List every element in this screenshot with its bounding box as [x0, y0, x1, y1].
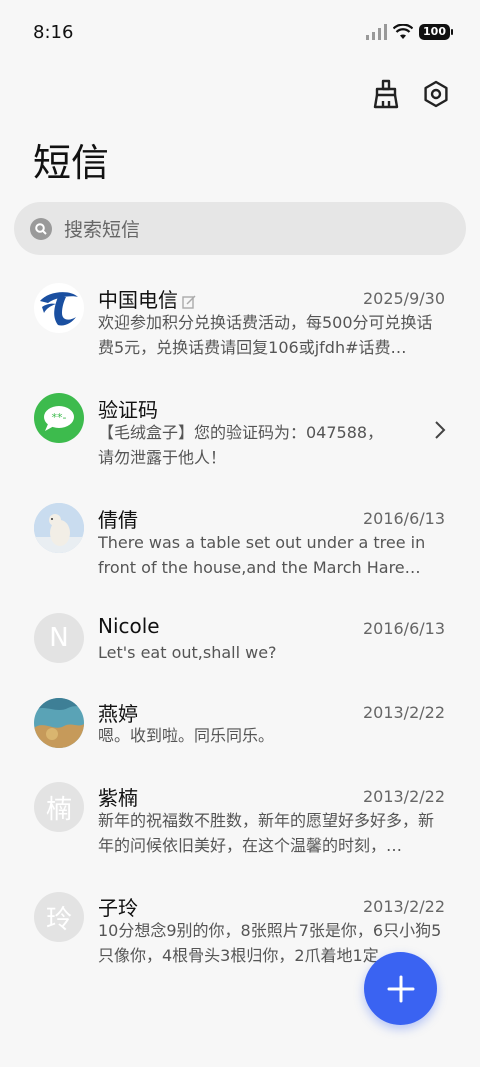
message-bubble-icon: **-	[34, 393, 84, 443]
conversation-date: 2016/6/13	[362, 509, 445, 528]
settings-button[interactable]	[420, 78, 452, 110]
top-actions	[370, 78, 452, 110]
conversation-item[interactable]: 中国电信 2025/9/30 欢迎参加积分兑换话费活动，每500分可兑换话费5元…	[0, 270, 480, 380]
settings-icon	[424, 80, 448, 108]
conversation-date: 2013/2/22	[362, 787, 445, 806]
conversation-preview: 【毛绒盒子】您的验证码为：047588，请勿泄露于他人！	[98, 423, 384, 467]
avatar: 楠	[34, 782, 84, 832]
chevron-right-icon	[435, 421, 446, 439]
conversation-date: 2013/2/22	[362, 703, 445, 722]
battery-indicator: 100	[419, 24, 453, 40]
conversation-item[interactable]: 楠 紫楠 2013/2/22 新年的祝福数不胜数，新年的愿望好多好多，新年的问候…	[0, 772, 480, 882]
new-message-button[interactable]	[364, 952, 437, 1025]
avatar: N	[34, 613, 84, 663]
conversation-preview: 欢迎参加积分兑换话费活动，每500分可兑换话费5元，兑换话费请回复106或jfd…	[98, 313, 433, 357]
conversation-date: 2016/6/13	[362, 619, 445, 638]
conversation-name: 倩倩	[98, 508, 138, 532]
draft-icon	[182, 295, 196, 309]
status-icons: 100	[365, 24, 453, 40]
conversation-name: 紫楠	[98, 786, 138, 810]
china-telecom-logo	[34, 283, 84, 333]
landscape-photo	[34, 698, 84, 748]
conversation-name: Nicole	[98, 614, 160, 638]
conversation-preview: There was a table set out under a tree i…	[98, 533, 426, 577]
wifi-icon	[393, 24, 414, 39]
page-title: 短信	[33, 141, 110, 185]
conversation-name: 验证码	[98, 398, 158, 422]
conversation-item[interactable]: **- 验证码 【毛绒盒子】您的验证码为：047588，请勿泄露于他人！	[0, 380, 480, 490]
svg-text:**-: **-	[52, 411, 67, 424]
search-input[interactable]: 搜索短信	[14, 202, 466, 255]
conversation-item[interactable]: 燕婷 2013/2/22 嗯。收到啦。同乐同乐。	[0, 686, 480, 772]
brush-icon	[373, 79, 399, 109]
conversation-preview: Let's eat out,shall we?	[98, 643, 277, 662]
conversation-name: 中国电信	[98, 288, 178, 312]
polar-bear-photo	[34, 503, 84, 553]
status-time: 8:16	[33, 22, 74, 43]
conversation-preview: 新年的祝福数不胜数，新年的愿望好多好多，新年的问候依旧美好，在这个温馨的时刻，…	[98, 811, 435, 855]
search-placeholder: 搜索短信	[64, 219, 141, 241]
conversation-date: 2013/2/22	[362, 897, 445, 916]
conversation-preview: 嗯。收到啦。同乐同乐。	[98, 726, 275, 745]
search-icon	[30, 217, 52, 240]
conversation-name: 子玲	[98, 896, 138, 920]
status-bar: 8:16 100	[0, 0, 480, 66]
conversation-item[interactable]: 倩倩 2016/6/13 There was a table set out u…	[0, 490, 480, 600]
avatar: 玲	[34, 892, 84, 942]
conversation-list-continued: 燕婷 2013/2/22 嗯。收到啦。同乐同乐。 楠 紫楠 2013/2/22 …	[0, 686, 480, 992]
plus-icon	[387, 975, 414, 1002]
conversation-list: 中国电信 2025/9/30 欢迎参加积分兑换话费活动，每500分可兑换话费5元…	[0, 270, 480, 710]
conversation-date: 2025/9/30	[362, 289, 445, 308]
clean-button[interactable]	[370, 78, 402, 110]
signal-icon	[366, 24, 388, 40]
